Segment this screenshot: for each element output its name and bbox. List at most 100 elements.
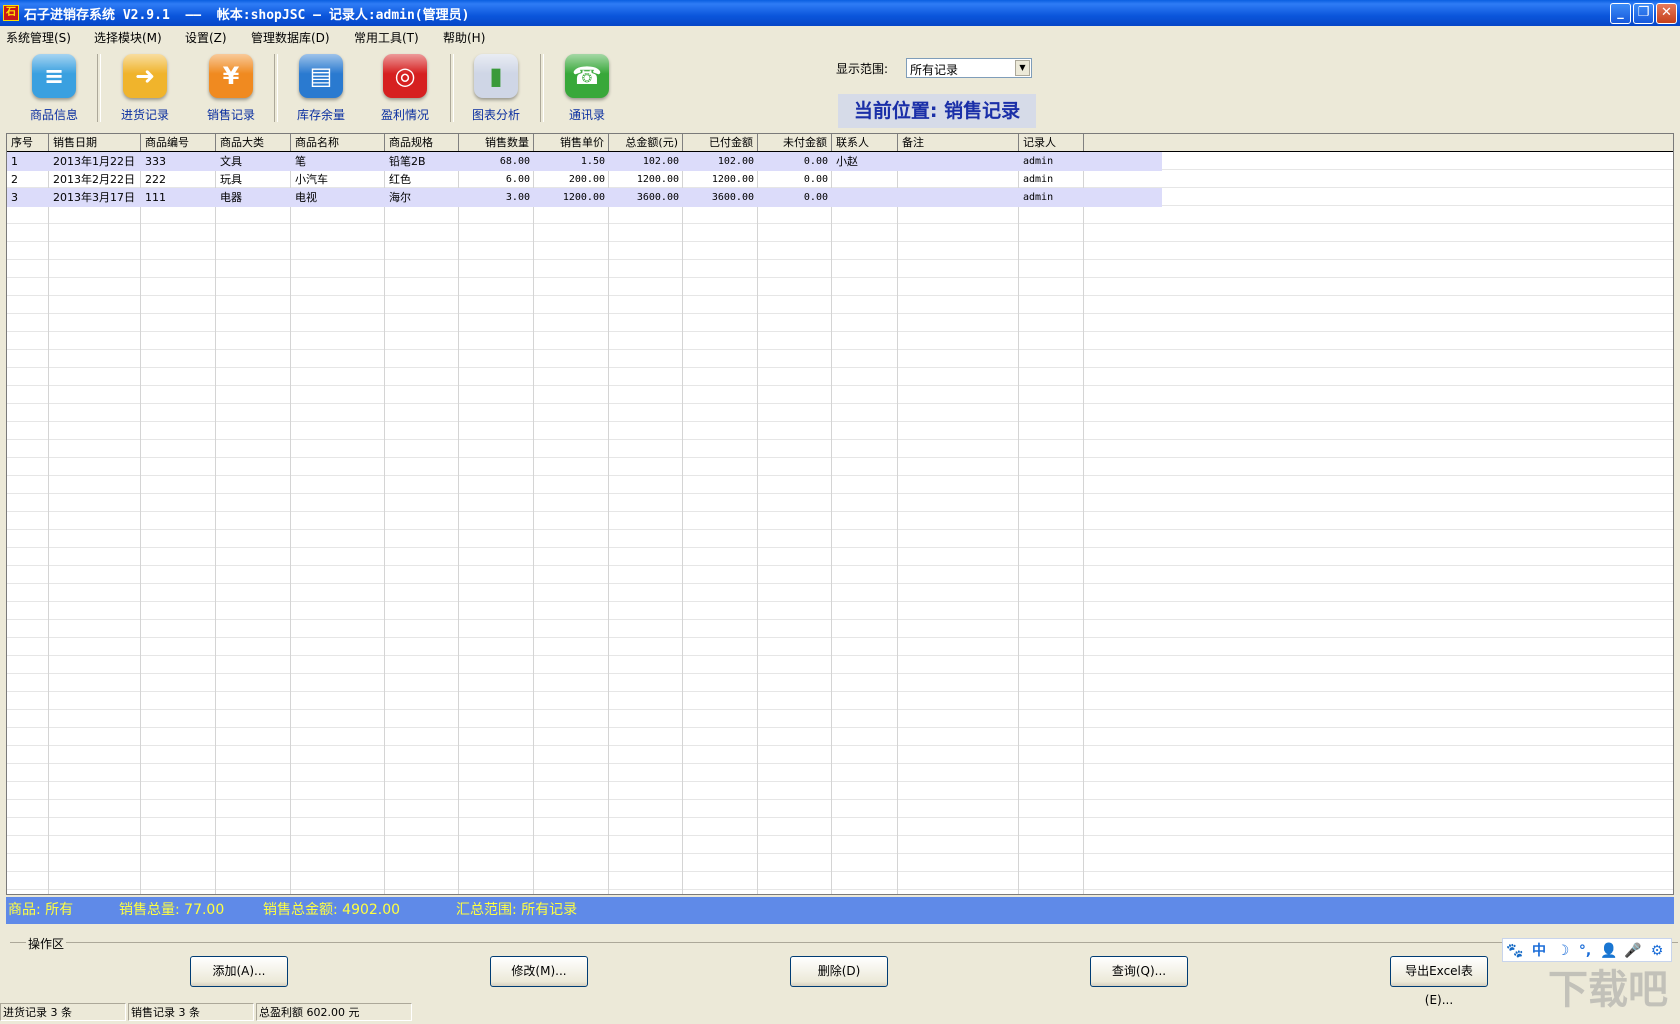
table-cell: 电视 bbox=[295, 191, 317, 204]
table-cell: 笔 bbox=[295, 155, 306, 168]
table-cell: 200.00 bbox=[568, 174, 605, 185]
add-button[interactable]: 添加(A)... bbox=[190, 956, 288, 987]
window-title: 石子进销存系统 V2.9.1 —— 帐本:shopJSC — 记录人:admin… bbox=[24, 8, 470, 23]
table-cell: 2013年1月22日 bbox=[53, 155, 135, 168]
summary-bar: 商品: 所有 销售总量: 77.00 销售总金额: 4902.00 汇总范围: … bbox=[6, 897, 1674, 924]
column-header[interactable]: 商品名称 bbox=[291, 134, 385, 151]
toolbar-purchase-button[interactable]: ➜ 进货记录 bbox=[105, 54, 185, 124]
toolbar-label: 销售记录 bbox=[206, 108, 255, 122]
table-cell: 玩具 bbox=[220, 173, 242, 186]
status-purchase-count: 进货记录 3 条 bbox=[0, 1003, 126, 1021]
user-icon[interactable]: 👤 bbox=[1599, 941, 1619, 961]
table-cell: 3 bbox=[11, 191, 18, 204]
table-row[interactable]: 1 2013年1月22日 333 文具 笔 铅笔2B 68.00 1.50 102.00 102.… bbox=[7, 152, 1162, 171]
table-cell: 68.00 bbox=[499, 156, 530, 167]
toolbar-separator bbox=[540, 54, 544, 122]
table-cell: 铅笔2B bbox=[389, 155, 426, 168]
toolbar-sales-button[interactable]: ¥ 销售记录 bbox=[191, 54, 271, 124]
operation-area-label: 操作区 bbox=[26, 935, 67, 952]
toolbar-label: 图表分析 bbox=[471, 108, 520, 122]
document-icon: ≡ bbox=[32, 54, 76, 98]
table-cell: 0.00 bbox=[803, 192, 828, 203]
column-header[interactable]: 序号 bbox=[7, 134, 49, 151]
paw-icon[interactable]: 🐾 bbox=[1505, 941, 1525, 961]
status-bar: 进货记录 3 条 销售记录 3 条 总盈利额 602.00 元 bbox=[0, 1001, 1680, 1024]
range-select[interactable]: 所有记录 ▼ bbox=[906, 58, 1032, 78]
toolbar-label: 库存余量 bbox=[296, 108, 345, 122]
column-header[interactable]: 销售单价 bbox=[534, 134, 609, 151]
toolbar-profit-button[interactable]: ◎ 盈利情况 bbox=[365, 54, 445, 124]
table-cell: 111 bbox=[145, 191, 166, 204]
table-row[interactable]: 2 2013年2月22日 222 玩具 小汽车 红色 6.00 200.00 1200.00 12… bbox=[7, 170, 1162, 189]
table-cell: 1200.00 bbox=[562, 192, 605, 203]
table-cell: 222 bbox=[145, 173, 166, 186]
menu-module[interactable]: 选择模块(M) bbox=[94, 29, 162, 46]
menu-help[interactable]: 帮助(H) bbox=[443, 29, 485, 46]
toolbar-separator bbox=[274, 54, 278, 122]
coins-icon: ◎ bbox=[383, 54, 427, 98]
column-header[interactable]: 销售日期 bbox=[49, 134, 141, 151]
sales-table[interactable]: 序号 销售日期 商品编号 商品大类 商品名称 商品规格 销售数量 销售单价 总金额(元) 已付金额… bbox=[6, 133, 1674, 895]
table-cell bbox=[898, 152, 1019, 171]
query-button[interactable]: 查询(Q)... bbox=[1090, 956, 1188, 987]
table-cell: 0.00 bbox=[803, 174, 828, 185]
table-cell: 102.00 bbox=[717, 156, 754, 167]
column-header[interactable]: 未付金额 bbox=[758, 134, 832, 151]
toolbar-label: 盈利情况 bbox=[380, 108, 429, 122]
chinese-mode-icon[interactable]: 中 bbox=[1529, 941, 1549, 961]
minimize-button[interactable]: _ bbox=[1610, 3, 1631, 24]
toolbar-label: 进货记录 bbox=[120, 108, 169, 122]
table-cell: 小汽车 bbox=[295, 173, 328, 186]
summary-total-qty: 销售总量: 77.00 bbox=[119, 902, 225, 918]
column-header[interactable]: 备注 bbox=[898, 134, 1019, 151]
column-header[interactable]: 总金额(元) bbox=[609, 134, 683, 151]
microphone-icon[interactable]: 🎤 bbox=[1623, 941, 1643, 961]
table-cell: 2013年2月22日 bbox=[53, 173, 135, 186]
menu-tools[interactable]: 常用工具(T) bbox=[354, 29, 419, 46]
menu-settings[interactable]: 设置(Z) bbox=[185, 29, 227, 46]
column-header[interactable]: 商品规格 bbox=[385, 134, 459, 151]
summary-total-amount: 销售总金额: 4902.00 bbox=[263, 902, 401, 918]
delete-button[interactable]: 删除(D) bbox=[790, 956, 888, 987]
menu-system[interactable]: 系统管理(S) bbox=[6, 29, 71, 46]
app-icon[interactable]: 石 bbox=[3, 5, 19, 21]
toolbar-chart-button[interactable]: ▮ 图表分析 bbox=[456, 54, 536, 124]
toolbar-inventory-button[interactable]: ▤ 库存余量 bbox=[281, 54, 361, 124]
close-button[interactable]: ✕ bbox=[1656, 3, 1677, 24]
menu-database[interactable]: 管理数据库(D) bbox=[251, 29, 330, 46]
range-label: 显示范围: bbox=[836, 62, 889, 76]
toolbar-contacts-button[interactable]: ☎ 通讯录 bbox=[547, 54, 627, 124]
column-header[interactable]: 记录人 bbox=[1019, 134, 1084, 151]
menu-bar: 系统管理(S) 选择模块(M) 设置(Z) 管理数据库(D) 常用工具(T) 帮… bbox=[0, 26, 1680, 46]
table-cell: 102.00 bbox=[642, 156, 679, 167]
table-cell bbox=[832, 170, 898, 189]
table-row[interactable]: 3 2013年3月17日 111 电器 电视 海尔 3.00 1200.00 3600.00 36… bbox=[7, 188, 1162, 207]
status-sales-count: 销售记录 3 条 bbox=[128, 1003, 254, 1021]
current-location: 当前位置: 销售记录 bbox=[838, 94, 1036, 128]
table-cell: 文具 bbox=[220, 155, 242, 168]
maximize-button[interactable]: ❐ bbox=[1633, 3, 1654, 24]
table-cell: admin bbox=[1023, 174, 1054, 185]
chevron-down-icon[interactable]: ▼ bbox=[1015, 60, 1030, 76]
table-cell bbox=[898, 170, 1019, 189]
column-header[interactable]: 商品大类 bbox=[216, 134, 291, 151]
table-cell: 333 bbox=[145, 155, 166, 168]
punctuation-icon[interactable]: °, bbox=[1575, 941, 1595, 961]
table-cell: admin bbox=[1023, 192, 1054, 203]
gear-icon[interactable]: ⚙ bbox=[1647, 941, 1667, 961]
table-cell: admin bbox=[1023, 156, 1054, 167]
column-header[interactable]: 联系人 bbox=[832, 134, 898, 151]
column-header[interactable]: 销售数量 bbox=[459, 134, 534, 151]
title-bar[interactable]: 石 石子进销存系统 V2.9.1 —— 帐本:shopJSC — 记录人:adm… bbox=[0, 0, 1680, 26]
toolbar-product-info-button[interactable]: ≡ 商品信息 bbox=[14, 54, 94, 124]
moon-icon[interactable]: ☽ bbox=[1553, 941, 1573, 961]
range-value: 所有记录 bbox=[910, 63, 959, 77]
export-excel-button[interactable]: 导出Excel表(E)... bbox=[1390, 956, 1488, 1007]
table-cell: 0.00 bbox=[803, 156, 828, 167]
table-cell: 电器 bbox=[220, 191, 242, 204]
status-total-profit: 总盈利额 602.00 元 bbox=[256, 1003, 412, 1021]
column-header[interactable]: 商品编号 bbox=[141, 134, 216, 151]
table-cell: 3.00 bbox=[505, 192, 530, 203]
edit-button[interactable]: 修改(M)... bbox=[490, 956, 588, 987]
column-header[interactable]: 已付金额 bbox=[683, 134, 758, 151]
